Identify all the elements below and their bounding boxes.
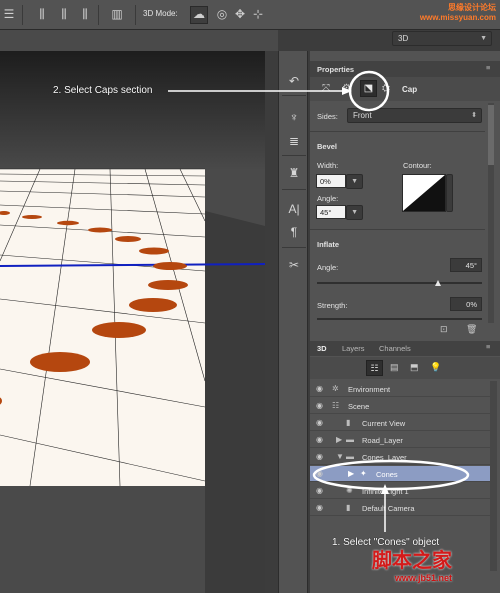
annotation-overlay xyxy=(168,70,470,532)
watermark-line: 脚本之家 xyxy=(372,550,452,572)
bottom-watermark: 脚本之家 www.jb51.net xyxy=(372,544,452,583)
watermark-line: www.jb51.net xyxy=(394,573,452,583)
